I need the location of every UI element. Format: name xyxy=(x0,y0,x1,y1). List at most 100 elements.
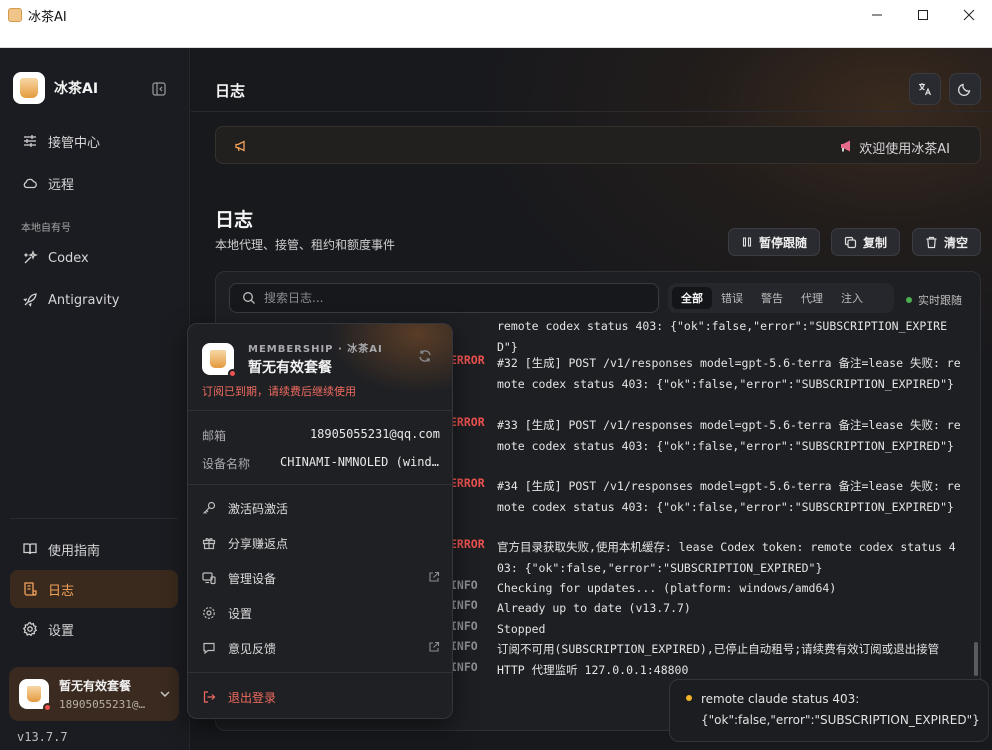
close-window-button[interactable] xyxy=(946,0,992,30)
refresh-icon xyxy=(419,350,431,362)
gift-icon xyxy=(202,536,218,550)
membership-popover: MEMBERSHIP · 冰茶AI 暂无有效套餐 订阅已到期，请续费后继续使用 … xyxy=(187,323,453,719)
activate-code-item[interactable]: 激活码激活 xyxy=(202,498,440,518)
copy-button[interactable]: 复制 xyxy=(831,228,901,256)
status-dot xyxy=(43,703,52,712)
sidebar-item-takeover[interactable]: 接管中心 xyxy=(10,123,178,159)
minimize-button[interactable] xyxy=(854,0,900,30)
user-plan: 暂无有效套餐 xyxy=(59,679,132,693)
manage-devices-item[interactable]: 管理设备 xyxy=(202,568,440,588)
pause-icon xyxy=(741,236,753,248)
menu-bar xyxy=(0,30,992,48)
megaphone-emoji-icon xyxy=(839,139,853,157)
maximize-button[interactable] xyxy=(900,0,946,30)
language-button[interactable] xyxy=(909,73,941,105)
gear-icon xyxy=(202,606,218,620)
log-search-input[interactable] xyxy=(264,291,624,305)
brand-name: 冰茶AI xyxy=(54,81,99,97)
expired-message: 订阅已到期，请续费后继续使用 xyxy=(202,385,356,398)
sidebar-item-logs[interactable]: 日志 xyxy=(10,570,178,608)
sidebar-item-antigravity[interactable]: Antigravity xyxy=(10,282,178,318)
live-follow-indicator[interactable]: 实时跟随 xyxy=(906,292,962,308)
minimize-icon xyxy=(872,14,882,16)
app-version: v13.7.7 xyxy=(17,730,68,744)
theme-toggle-button[interactable] xyxy=(949,73,981,105)
window-controls xyxy=(854,0,992,30)
sidebar: 冰茶AI 接管中心 远程 本地自有号 Codex Antigravity 使用指… xyxy=(0,48,190,750)
log-search-box xyxy=(229,283,659,313)
rocket-icon xyxy=(22,292,38,308)
user-card[interactable]: 暂无有效套餐 18905055231@qq.com xyxy=(9,667,179,721)
logout-item[interactable]: 退出登录 xyxy=(202,687,440,707)
sidebar-divider xyxy=(10,518,178,519)
external-link-icon xyxy=(428,641,440,656)
logout-icon xyxy=(202,690,218,704)
gear-icon xyxy=(22,621,38,637)
search-icon xyxy=(242,291,256,305)
brand-logo xyxy=(13,72,45,104)
filter-all[interactable]: 全部 xyxy=(672,287,712,309)
email-row: 邮箱 18905055231@qq.com xyxy=(202,427,440,443)
user-email: 18905055231@qq.com xyxy=(59,698,151,711)
announcement-banner: 欢迎使用冰茶AI xyxy=(215,126,981,164)
log-scrollbar[interactable] xyxy=(974,642,978,676)
feedback-item[interactable]: 意见反馈 xyxy=(202,638,440,658)
device-value: CHINAMI-NMNOLED (windows) xyxy=(280,455,440,469)
close-icon xyxy=(963,9,975,21)
log-filter-tabs: 全部 错误 警告 代理 注入 xyxy=(668,283,894,313)
divider xyxy=(188,410,452,411)
chevron-down-icon xyxy=(159,685,171,704)
share-rebate-item[interactable]: 分享赚返点 xyxy=(202,533,440,553)
sparkle-icon xyxy=(22,250,38,266)
clear-button[interactable]: 清空 xyxy=(912,228,982,256)
cloud-icon xyxy=(22,175,38,191)
sidebar-item-label: 使用指南 xyxy=(48,543,101,559)
page-heading: 日志 xyxy=(215,209,254,231)
filter-warning[interactable]: 警告 xyxy=(752,287,792,309)
moon-icon xyxy=(957,83,971,97)
sidebar-item-remote[interactable]: 远程 xyxy=(10,165,178,201)
sidebar-section-label: 本地自有号 xyxy=(21,223,71,234)
page-subtitle: 本地代理、接管、租约和额度事件 xyxy=(215,238,396,252)
filter-inject[interactable]: 注入 xyxy=(832,287,872,309)
copy-icon xyxy=(844,236,857,249)
toast-notification[interactable]: remote claude status 403: {"ok":false,"e… xyxy=(669,679,989,742)
divider xyxy=(188,672,452,673)
sidebar-item-settings[interactable]: 设置 xyxy=(10,611,178,647)
popover-settings-item[interactable]: 设置 xyxy=(202,603,440,623)
avatar xyxy=(202,342,237,378)
window-title: 冰茶AI xyxy=(28,9,67,25)
sidebar-item-label: 日志 xyxy=(48,583,75,599)
sidebar-item-guide[interactable]: 使用指南 xyxy=(10,531,178,567)
sidebar-item-label: 设置 xyxy=(48,623,75,639)
page-title: 日志 xyxy=(215,82,246,100)
toast-line-2: {"ok":false,"error":"SUBSCRIPTION_EXPIRE… xyxy=(701,713,980,727)
external-link-icon xyxy=(428,571,440,586)
refresh-button[interactable] xyxy=(418,348,432,367)
sidebar-item-codex[interactable]: Codex xyxy=(10,240,178,276)
sidebar-item-label: Codex xyxy=(48,250,89,266)
collapse-sidebar-button[interactable] xyxy=(152,81,166,96)
avatar xyxy=(19,679,52,712)
filter-error[interactable]: 错误 xyxy=(712,287,752,309)
status-dot xyxy=(228,368,237,378)
maximize-icon xyxy=(918,10,928,20)
sidebar-item-label: 接管中心 xyxy=(48,135,101,151)
live-dot xyxy=(906,297,912,303)
pause-follow-button[interactable]: 暂停跟随 xyxy=(728,228,821,256)
sidebar-collapse-icon xyxy=(152,82,166,96)
device-row: 设备名称 CHINAMI-NMNOLED (windows) xyxy=(202,455,440,471)
sidebar-item-label: 远程 xyxy=(48,177,75,193)
chat-icon xyxy=(202,641,218,655)
warning-dot xyxy=(686,695,692,701)
trash-icon xyxy=(925,236,938,249)
sidebar-item-label: Antigravity xyxy=(48,292,120,308)
toast-line-1: remote claude status 403: xyxy=(701,692,860,706)
email-value: 18905055231@qq.com xyxy=(309,427,440,441)
filter-proxy[interactable]: 代理 xyxy=(792,287,832,309)
translate-icon xyxy=(919,83,932,96)
banner-message: 欢迎使用冰茶AI xyxy=(859,142,950,157)
divider xyxy=(188,484,452,485)
window-titlebar: 冰茶AI xyxy=(0,0,992,30)
book-icon xyxy=(22,541,38,557)
